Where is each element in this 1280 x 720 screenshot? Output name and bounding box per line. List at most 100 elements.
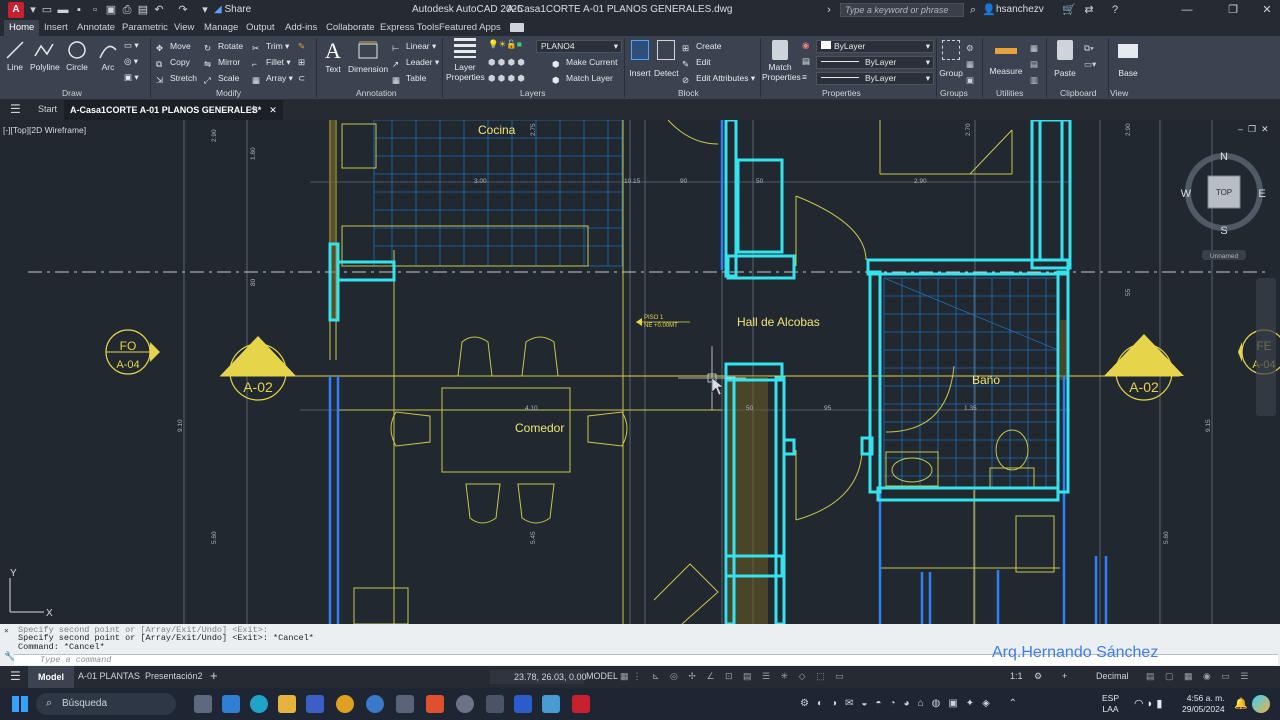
model-tab[interactable]: Model: [28, 666, 74, 688]
edit-block-button[interactable]: ✎ Edit: [682, 57, 711, 70]
arc-tool[interactable]: Arc: [98, 40, 118, 72]
group-tools-icons[interactable]: ⚙ ▦ ▣: [966, 40, 974, 88]
match-properties-tool[interactable]: Match Properties: [762, 38, 801, 82]
camera-icon[interactable]: [486, 695, 504, 713]
chrome-icon[interactable]: [336, 695, 354, 713]
python-icon[interactable]: [366, 695, 384, 713]
notepad-icon[interactable]: [542, 695, 560, 713]
draw-panel-title[interactable]: Draw: [62, 88, 82, 98]
plot-icon[interactable]: ▤: [136, 3, 150, 17]
restore-button[interactable]: ❐: [1226, 3, 1240, 17]
layout-menu-icon[interactable]: ☰: [10, 669, 21, 683]
lineweight-dropdown[interactable]: ByLayer ▾: [816, 72, 934, 85]
elevation-marker-fo[interactable]: FO A-04: [105, 329, 160, 375]
user-icon[interactable]: 👤: [982, 3, 996, 17]
drawing-canvas[interactable]: 3.00 10.15 90 50 2.90 4.10 50 95 1.35 2.…: [0, 120, 1280, 624]
explode-icon[interactable]: ⊞: [298, 57, 305, 68]
edge-icon[interactable]: [250, 695, 268, 713]
section-marker-a-right[interactable]: A A-02: [1104, 334, 1184, 401]
close-tab-icon[interactable]: ✕: [269, 105, 277, 115]
annotation-panel-title[interactable]: Annotation: [356, 88, 397, 98]
insert-tool[interactable]: Insert: [628, 38, 652, 78]
windows-start-icon[interactable]: [12, 696, 28, 712]
autocad-taskbar-icon[interactable]: [572, 695, 590, 713]
view-panel-title[interactable]: View: [1110, 88, 1128, 98]
layers-panel-title[interactable]: Layers: [520, 88, 546, 98]
offset-icon[interactable]: ⊂: [298, 73, 305, 84]
user-name[interactable]: hsanchezv: [996, 4, 1044, 15]
scale-readout[interactable]: 1:1: [1010, 671, 1023, 681]
help-icon[interactable]: ?: [1108, 3, 1122, 17]
utilities-panel-title[interactable]: Utilities: [996, 88, 1023, 98]
status-toggles[interactable]: ▦⋮ ⊾ ◎ ✢ ∠ ⊡ ▤ ☰ ✳ ◇ ⬚ ▭: [620, 671, 848, 682]
share-button[interactable]: ◢ Share: [214, 4, 251, 15]
workspace-gear-icon[interactable]: ⚙: [1034, 671, 1042, 682]
web-icon[interactable]: ▣: [104, 3, 118, 17]
floor-plan[interactable]: 3.00 10.15 90 50 2.90 4.10 50 95 1.35 2.…: [0, 120, 1280, 624]
leader-button[interactable]: ↗ Leader ▾: [392, 57, 439, 70]
customize-icon[interactable]: ▾: [198, 3, 212, 17]
scale-button[interactable]: ⤢ Scale: [204, 73, 239, 86]
properties-panel-title[interactable]: Properties: [822, 88, 861, 98]
match-layer-button[interactable]: ⬢ Match Layer: [552, 73, 613, 86]
linetype-dropdown[interactable]: ByLayer ▾: [816, 56, 934, 69]
paste-tool[interactable]: Paste: [1050, 38, 1080, 78]
cart-icon[interactable]: 🛒: [1062, 3, 1076, 17]
file-explorer-icon[interactable]: [278, 695, 296, 713]
open-file-icon[interactable]: ▬: [56, 3, 70, 17]
calendar-icon[interactable]: [396, 695, 414, 713]
copy-button[interactable]: ⧉ Copy: [156, 57, 190, 70]
viewport-label[interactable]: [-][Top][2D Wireframe]: [3, 125, 86, 135]
close-command-icon[interactable]: ✕: [4, 626, 9, 636]
navigation-bar[interactable]: [1256, 278, 1276, 416]
tab-output[interactable]: Output: [246, 22, 275, 33]
print-icon[interactable]: ⎙: [120, 3, 134, 17]
taskbar-search[interactable]: ⌕ Búsqueda: [36, 693, 176, 715]
system-tray-icons[interactable]: ⚙◐◑✉◒◓◔◕⌂◍▣✦◈ ⌃: [800, 698, 1025, 709]
layer-properties-tool[interactable]: Layer Properties: [446, 38, 485, 82]
layer-tools-row1[interactable]: ⬢ ⬢ ⬢ ⬢: [488, 57, 525, 68]
detect-tool[interactable]: Detect: [654, 38, 679, 78]
rectangle-icon[interactable]: ▭ ▾: [124, 40, 139, 51]
undo-icon[interactable]: ↶: [152, 3, 166, 17]
clock[interactable]: 4:56 a. m. 29/05/2024: [1182, 693, 1225, 715]
menu-hamburger-icon[interactable]: ☰: [10, 102, 21, 116]
tab-express-tools[interactable]: Express Tools: [380, 22, 439, 33]
tab-featured-apps[interactable]: Featured Apps: [439, 22, 501, 33]
layer-dropdown[interactable]: PLANO4 ▾: [536, 40, 622, 53]
save-as-icon[interactable]: ▫: [88, 3, 102, 17]
modify-panel-title[interactable]: Modify: [216, 88, 241, 98]
start-tab[interactable]: Start: [38, 104, 57, 114]
fillet-button[interactable]: ⌐ Fillet ▾: [252, 57, 291, 70]
layout-tab-presentacion2[interactable]: Presentación2: [145, 671, 203, 681]
copilot-icon[interactable]: [1252, 695, 1270, 713]
table-button[interactable]: ▦ Table: [392, 73, 426, 86]
linear-button[interactable]: ⊢ Linear ▾: [392, 41, 436, 54]
groups-panel-title[interactable]: Groups: [940, 88, 968, 98]
coordinates-readout[interactable]: 23.78, 26.03, 0.00: [490, 670, 587, 684]
minimize-button[interactable]: —: [1180, 3, 1194, 17]
polyline-tool[interactable]: Polyline: [30, 40, 60, 72]
viewcube[interactable]: TOP N S W E Unnamed: [1181, 151, 1266, 260]
new-tab-icon[interactable]: +: [250, 101, 258, 116]
autocad-logo-icon[interactable]: A: [8, 2, 24, 18]
viewport-controls[interactable]: ‒❐✕: [1238, 124, 1274, 135]
tab-annotate[interactable]: Annotate: [77, 22, 115, 33]
move-button[interactable]: ✥ Move: [156, 41, 191, 54]
language-indicator[interactable]: ESP LAA: [1102, 693, 1119, 715]
brave-icon[interactable]: [426, 695, 444, 713]
tab-parametric[interactable]: Parametric: [122, 22, 168, 33]
tab-manage[interactable]: Manage: [204, 22, 238, 33]
chevron-down-icon[interactable]: ▾: [26, 3, 40, 17]
help-search-input[interactable]: Type a keyword or phrase: [840, 3, 964, 17]
ribbon-toggle-icon[interactable]: [510, 23, 524, 32]
tab-add-ins[interactable]: Add-ins: [285, 22, 317, 33]
group-tool[interactable]: Group: [938, 38, 964, 78]
base-tool[interactable]: Base: [1114, 38, 1142, 78]
redo-icon[interactable]: ↷: [176, 3, 190, 17]
block-panel-title[interactable]: Block: [678, 88, 699, 98]
widgets-icon[interactable]: [222, 695, 240, 713]
create-block-button[interactable]: ⊞ Create: [682, 41, 722, 54]
tab-home[interactable]: Home: [4, 20, 40, 36]
save-icon[interactable]: ▪: [72, 3, 86, 17]
